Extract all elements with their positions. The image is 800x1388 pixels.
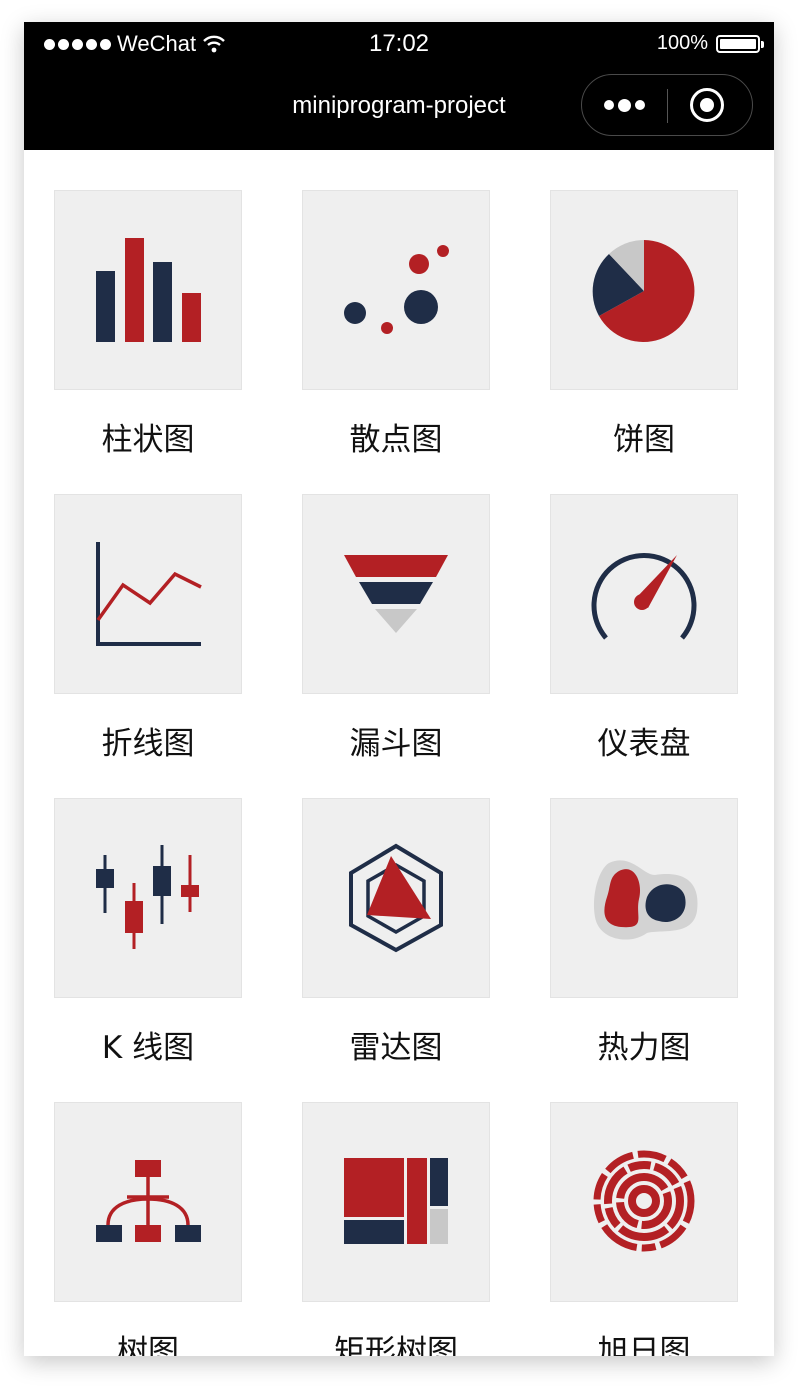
chart-card-heatmap[interactable]: 热力图 — [550, 798, 738, 1067]
chart-label: 热力图 — [597, 1030, 691, 1066]
chart-label: 饼图 — [613, 422, 675, 458]
chart-label: 散点图 — [349, 422, 443, 458]
chart-label: 折线图 — [101, 726, 195, 762]
chart-thumb — [302, 1102, 490, 1302]
chart-thumb — [550, 190, 738, 390]
sunburst-chart-icon — [593, 1150, 695, 1252]
battery-icon — [716, 34, 764, 53]
funnel-chart-icon — [344, 555, 448, 633]
chart-label: K 线图 — [101, 1030, 195, 1066]
chart-card-gauge[interactable]: 仪表盘 — [550, 494, 738, 763]
chart-thumb — [550, 798, 738, 998]
chart-thumb — [302, 190, 490, 390]
chart-label: 树图 — [117, 1334, 179, 1356]
chart-card-line[interactable]: 折线图 — [54, 494, 242, 763]
chart-card-bar[interactable]: 柱状图 — [54, 190, 242, 459]
chart-label: 雷达图 — [349, 1030, 443, 1066]
chart-thumb — [54, 494, 242, 694]
gauge-chart-icon — [591, 553, 697, 640]
radar-chart-icon — [349, 843, 443, 953]
chart-card-treemap[interactable]: 矩形树图 — [302, 1102, 490, 1356]
chart-thumb — [550, 494, 738, 694]
chart-thumb — [54, 1102, 242, 1302]
chart-card-pie[interactable]: 饼图 — [550, 190, 738, 459]
chart-label: 柱状图 — [101, 422, 195, 458]
chart-label: 矩形树图 — [334, 1334, 458, 1356]
chart-thumb — [54, 798, 242, 998]
chart-thumb — [302, 494, 490, 694]
heatmap-chart-icon — [593, 860, 698, 940]
treemap-chart-icon — [344, 1158, 448, 1244]
chart-card-sunburst[interactable]: 旭日图 — [550, 1102, 738, 1356]
chart-thumb — [54, 190, 242, 390]
line-chart-icon — [96, 542, 202, 646]
pie-chart-icon — [592, 240, 695, 342]
capsule-menu — [581, 74, 753, 136]
chart-label: 仪表盘 — [597, 726, 691, 762]
more-button[interactable] — [582, 75, 667, 135]
chart-card-scatter[interactable]: 散点图 — [302, 190, 490, 459]
phone-screen: WeChat 17:02 100% miniprogram-project 柱状… — [24, 22, 774, 1356]
battery-percent: 100% — [656, 32, 708, 54]
chart-thumb — [302, 798, 490, 998]
candlestick-chart-icon — [96, 845, 199, 949]
capsule-divider — [667, 89, 668, 123]
chart-label: 漏斗图 — [349, 726, 443, 762]
chart-card-radar[interactable]: 雷达图 — [302, 798, 490, 1067]
header: WeChat 17:02 100% miniprogram-project — [24, 22, 774, 150]
close-miniprogram-button[interactable] — [690, 88, 724, 122]
chart-card-tree[interactable]: 树图 — [54, 1102, 242, 1356]
chart-card-candlestick[interactable]: K 线图 — [54, 798, 242, 1067]
chart-label: 旭日图 — [597, 1334, 691, 1356]
scatter-chart-icon — [344, 245, 449, 334]
chart-card-funnel[interactable]: 漏斗图 — [302, 494, 490, 763]
status-right: 100% — [656, 32, 764, 55]
tree-chart-icon — [96, 1160, 201, 1242]
bar-chart-icon — [96, 238, 201, 342]
chart-thumb — [550, 1102, 738, 1302]
